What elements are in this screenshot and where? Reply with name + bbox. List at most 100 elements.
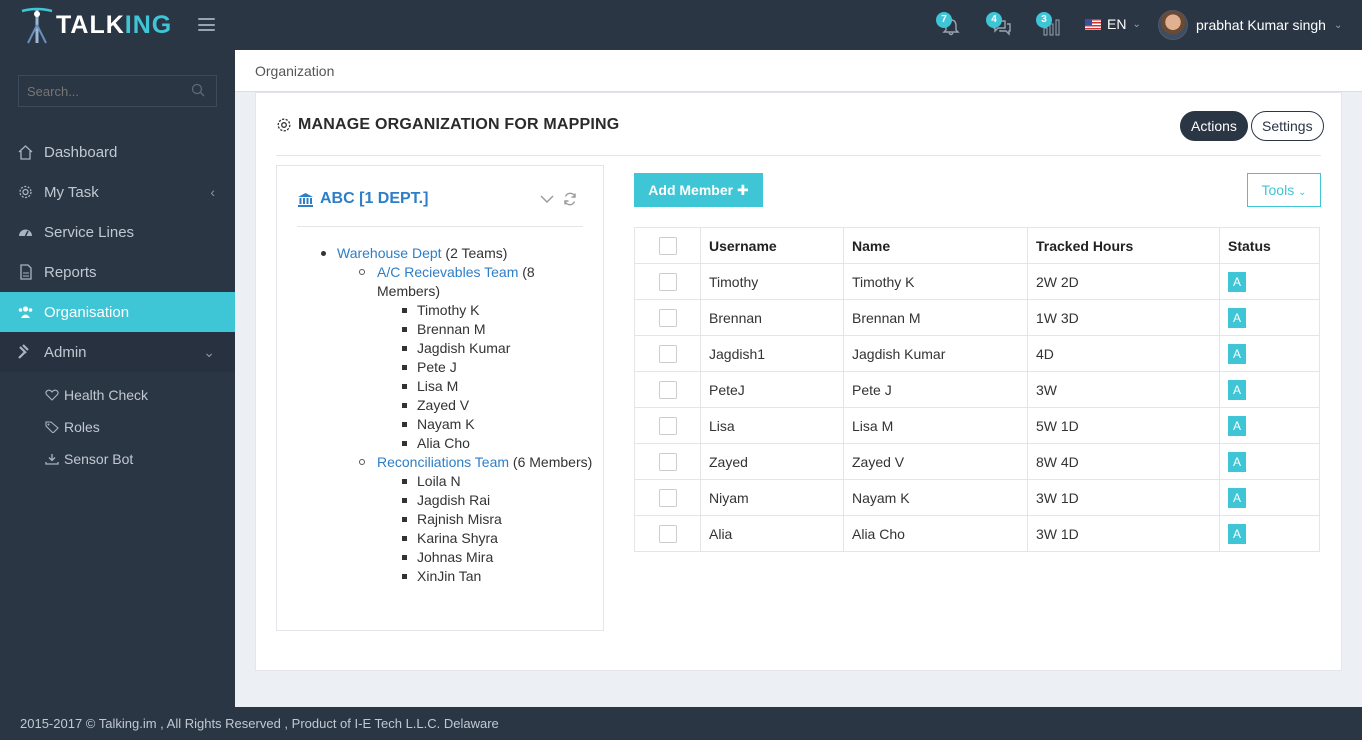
status-cell: A bbox=[1219, 479, 1320, 516]
talking-logo[interactable]: TALKING bbox=[20, 4, 172, 46]
column-header[interactable]: Name bbox=[843, 227, 1028, 264]
row-checkbox[interactable] bbox=[658, 452, 677, 471]
tools-label: Tools bbox=[1261, 182, 1295, 198]
status-badge: A bbox=[1228, 523, 1246, 544]
organization-title-text: ABC [1 DEPT.] bbox=[320, 190, 429, 207]
chevron-down-icon: ⌄ bbox=[1132, 18, 1141, 30]
heartbeat-icon bbox=[45, 389, 59, 401]
sidebar-item-service-lines[interactable]: Service Lines bbox=[0, 212, 235, 252]
table-row[interactable]: Zayed Zayed V 8W 4D A bbox=[634, 443, 1320, 480]
sidebar-subitem-health-check[interactable]: Health Check bbox=[45, 383, 148, 407]
tree-member-item: Lisa M bbox=[377, 377, 597, 396]
sidebar-item-label: Admin bbox=[44, 343, 87, 361]
add-member-button[interactable]: Add Member ✚ bbox=[634, 173, 763, 207]
dept-link[interactable]: Warehouse Dept bbox=[337, 245, 442, 261]
organization-title[interactable]: ABC [1 DEPT.] bbox=[297, 190, 428, 208]
notifications-button[interactable]: 7 bbox=[936, 12, 964, 40]
manage-organization-panel: MANAGE ORGANIZATION FOR MAPPING Actions … bbox=[255, 92, 1342, 671]
users-icon bbox=[18, 306, 33, 318]
organization-tree: Warehouse Dept (2 Teams) A/C Recievables… bbox=[297, 244, 597, 586]
status-cell: A bbox=[1219, 515, 1320, 552]
column-header[interactable]: Status bbox=[1219, 227, 1320, 264]
row-checkbox[interactable] bbox=[658, 308, 677, 327]
notifications-badge: 7 bbox=[936, 12, 952, 28]
status-cell: A bbox=[1219, 263, 1320, 300]
tree-member-item: Brennan M bbox=[377, 320, 597, 339]
plus-icon: ✚ bbox=[736, 182, 749, 198]
bank-icon bbox=[298, 192, 313, 207]
search-icon[interactable] bbox=[191, 83, 205, 97]
sidebar-subitem-sensor-bot[interactable]: Sensor Bot bbox=[45, 447, 133, 471]
search-input[interactable] bbox=[18, 75, 217, 107]
status-cell: A bbox=[1219, 299, 1320, 336]
user-menu[interactable]: prabhat Kumar singh ⌄ bbox=[1158, 10, 1342, 40]
sidebar-subitem-label: Roles bbox=[64, 419, 100, 435]
table-row[interactable]: PeteJ Pete J 3W A bbox=[634, 371, 1320, 408]
stats-button[interactable]: 3 bbox=[1036, 12, 1064, 40]
row-checkbox[interactable] bbox=[658, 488, 677, 507]
tools-dropdown[interactable]: Tools ⌄ bbox=[1247, 173, 1321, 207]
table-row[interactable]: Lisa Lisa M 5W 1D A bbox=[634, 407, 1320, 444]
column-header[interactable]: Tracked Hours bbox=[1027, 227, 1220, 264]
username-cell: Timothy bbox=[700, 263, 844, 300]
username-cell: PeteJ bbox=[700, 371, 844, 408]
sidebar-item-label: Organisation bbox=[44, 303, 130, 321]
tracked-hours-cell: 3W 1D bbox=[1027, 479, 1220, 516]
status-badge: A bbox=[1228, 343, 1246, 364]
row-checkbox-cell bbox=[634, 299, 701, 336]
sidebar-subitem-roles[interactable]: Roles bbox=[45, 415, 100, 439]
username-cell: Jagdish1 bbox=[700, 335, 844, 372]
team-link[interactable]: A/C Recievables Team bbox=[377, 264, 518, 280]
tree-member-item: Rajnish Misra bbox=[377, 510, 597, 529]
sidebar-item-label: Dashboard bbox=[44, 143, 118, 161]
tree-member-item: Timothy K bbox=[377, 301, 597, 320]
chevron-down-icon[interactable] bbox=[539, 192, 555, 206]
chevron-down-icon: ⌄ bbox=[1333, 19, 1343, 31]
table-row[interactable]: Jagdish1 Jagdish Kumar 4D A bbox=[634, 335, 1320, 372]
footer: 2015-2017 © Talking.im , All Rights Rese… bbox=[0, 707, 1362, 740]
row-checkbox-cell bbox=[634, 407, 701, 444]
sidebar-item-label: My Task bbox=[44, 183, 99, 201]
settings-button[interactable]: Settings bbox=[1251, 111, 1324, 141]
language-selector[interactable]: EN ⌄ bbox=[1085, 16, 1141, 32]
username-cell: Brennan bbox=[700, 299, 844, 336]
messages-button[interactable]: 4 bbox=[986, 12, 1014, 40]
table-row[interactable]: Brennan Brennan M 1W 3D A bbox=[634, 299, 1320, 336]
name-cell: Timothy K bbox=[843, 263, 1028, 300]
row-checkbox[interactable] bbox=[658, 272, 677, 291]
sidebar-item-organisation[interactable]: Organisation bbox=[0, 292, 235, 332]
table-row[interactable]: Timothy Timothy K 2W 2D A bbox=[634, 263, 1320, 300]
sidebar-item-reports[interactable]: Reports bbox=[0, 252, 235, 292]
sidebar-item-my-task[interactable]: My Task ‹ bbox=[0, 172, 235, 212]
tree-member-item: Nayam K bbox=[377, 415, 597, 434]
status-badge: A bbox=[1228, 451, 1246, 472]
row-checkbox-cell bbox=[634, 443, 701, 480]
tree-tools bbox=[539, 192, 577, 206]
footer-text: 2015-2017 © Talking.im , All Rights Rese… bbox=[20, 716, 499, 731]
column-header[interactable]: Username bbox=[700, 227, 844, 264]
chevron-down-icon: ⌄ bbox=[203, 343, 215, 360]
row-checkbox-cell bbox=[634, 515, 701, 552]
tree-member-item: Loila N bbox=[377, 472, 597, 491]
sidebar-item-admin[interactable]: Admin ⌄ bbox=[0, 332, 235, 372]
sidebar-item-dashboard[interactable]: Dashboard bbox=[0, 132, 235, 172]
actions-button[interactable]: Actions bbox=[1180, 111, 1248, 141]
row-checkbox[interactable] bbox=[658, 416, 677, 435]
status-badge: A bbox=[1228, 271, 1246, 292]
table-row[interactable]: Niyam Nayam K 3W 1D A bbox=[634, 479, 1320, 516]
status-cell: A bbox=[1219, 335, 1320, 372]
table-row[interactable]: Alia Alia Cho 3W 1D A bbox=[634, 515, 1320, 552]
name-cell: Pete J bbox=[843, 371, 1028, 408]
row-checkbox[interactable] bbox=[658, 380, 677, 399]
row-checkbox[interactable] bbox=[658, 344, 677, 363]
tree-member-item: Alia Cho bbox=[377, 434, 597, 453]
refresh-icon[interactable] bbox=[563, 192, 577, 206]
row-checkbox[interactable] bbox=[658, 524, 677, 543]
stats-badge: 3 bbox=[1036, 12, 1052, 28]
select-all-checkbox[interactable] bbox=[658, 236, 677, 255]
members-table: Username Name Tracked Hours Status Timot… bbox=[634, 227, 1320, 552]
content-header: Organization bbox=[235, 50, 1362, 92]
menu-toggle-button[interactable] bbox=[198, 18, 215, 31]
document-icon bbox=[20, 264, 32, 280]
team-link[interactable]: Reconciliations Team bbox=[377, 454, 509, 470]
